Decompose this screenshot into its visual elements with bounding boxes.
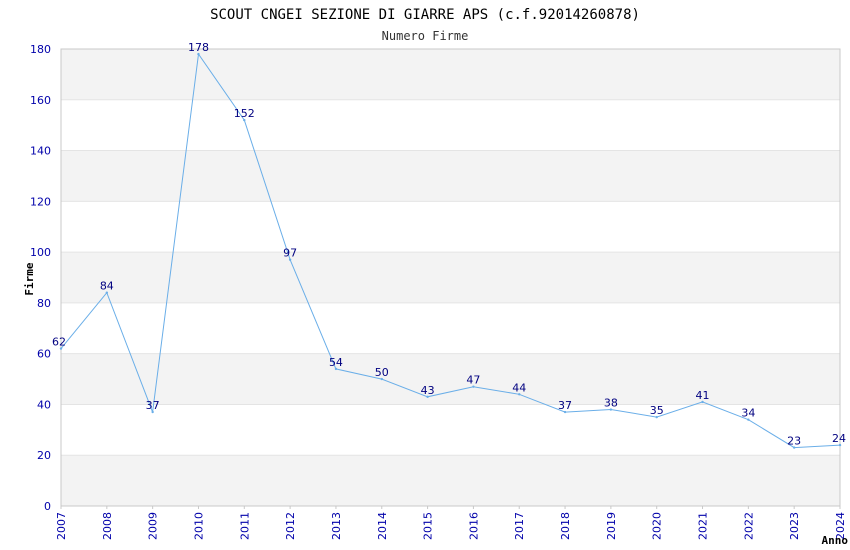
- data-label: 50: [375, 366, 389, 379]
- y-tick-label: 40: [37, 398, 51, 411]
- data-label: 62: [52, 336, 66, 349]
- grid-bands: [61, 49, 840, 506]
- data-label: 44: [512, 381, 526, 394]
- y-tick-label: 60: [37, 348, 51, 361]
- data-label: 35: [650, 404, 664, 417]
- x-axis-label: Anno: [822, 534, 849, 547]
- data-label: 37: [558, 399, 572, 412]
- data-label: 178: [188, 41, 209, 54]
- x-tick-label: 2018: [559, 512, 572, 540]
- x-tick-label: 2016: [467, 512, 480, 540]
- x-tick-label: 2017: [513, 512, 526, 540]
- y-tick-label: 80: [37, 297, 51, 310]
- y-axis-label: Firme: [23, 262, 36, 295]
- data-label: 23: [787, 435, 801, 448]
- data-label: 43: [421, 384, 435, 397]
- x-tick-label: 2022: [742, 512, 755, 540]
- x-tick-label: 2021: [697, 512, 710, 540]
- x-tick-label: 2011: [238, 512, 251, 540]
- x-tick-label: 2013: [330, 512, 343, 540]
- y-tick-label: 0: [44, 500, 51, 513]
- data-label: 38: [604, 397, 618, 410]
- grid-band: [61, 49, 840, 100]
- x-tick-label: 2012: [284, 512, 297, 540]
- x-tick-label: 2008: [101, 512, 114, 540]
- data-label: 54: [329, 356, 343, 369]
- grid-band: [61, 455, 840, 506]
- data-label: 34: [741, 407, 755, 420]
- x-tick-label: 2019: [605, 512, 618, 540]
- x-tick-label: 2009: [147, 512, 160, 540]
- data-label: 84: [100, 280, 114, 293]
- data-label: 152: [234, 107, 255, 120]
- data-label: 37: [146, 399, 160, 412]
- chart-title: SCOUT CNGEI SEZIONE DI GIARRE APS (c.f.9…: [210, 7, 640, 23]
- grid-band: [61, 252, 840, 303]
- x-tick-label: 2023: [788, 512, 801, 540]
- y-tick-label: 180: [30, 43, 51, 56]
- chart-subtitle: Numero Firme: [382, 29, 469, 43]
- y-tick-label: 20: [37, 449, 51, 462]
- y-tick-label: 140: [30, 145, 51, 158]
- line-chart: 0 20 40 60 80 100 120 140 160 180 2007 2008 2009 201…: [23, 7, 849, 547]
- y-tick-label: 160: [30, 94, 51, 107]
- x-tick-label: 2014: [376, 512, 389, 540]
- data-label: 41: [696, 389, 710, 402]
- y-tick-label: 120: [30, 195, 51, 208]
- data-label: 97: [283, 247, 297, 260]
- x-tick-label: 2015: [422, 512, 435, 540]
- y-tick-label: 100: [30, 246, 51, 259]
- x-tick-label: 2020: [651, 512, 664, 540]
- x-tick-label: 2007: [55, 512, 68, 540]
- grid-band: [61, 353, 840, 405]
- data-label: 47: [466, 374, 480, 387]
- grid-band: [61, 150, 840, 202]
- x-tick-label: 2010: [192, 512, 205, 540]
- data-label: 24: [832, 432, 846, 445]
- x-axis-ticks: 2007 2008 2009 2010 2011 2012 2013 2014 2015 2016…: [55, 506, 847, 540]
